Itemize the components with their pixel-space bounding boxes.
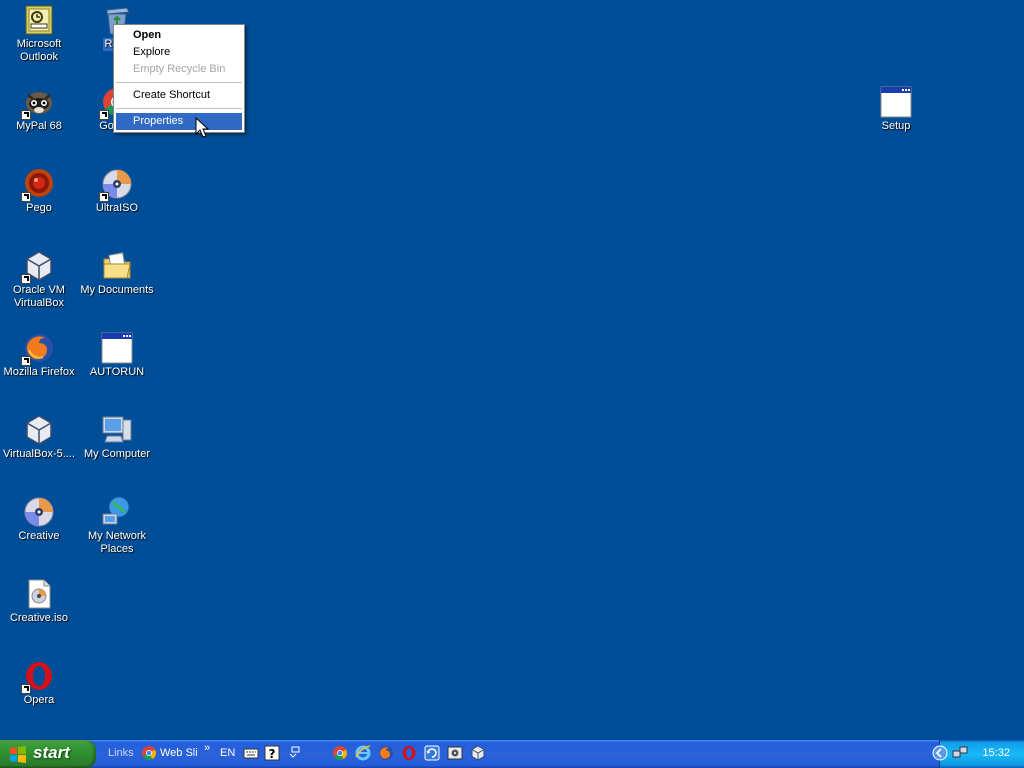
raccoon-icon xyxy=(21,86,55,120)
clock[interactable]: 15:32 xyxy=(982,747,1010,759)
keyboard-icon[interactable] xyxy=(243,745,259,761)
mouse-cursor-icon xyxy=(195,116,210,139)
desktop-icon-mypal-68[interactable]: MyPal 68 xyxy=(0,86,78,133)
folder-documents-icon xyxy=(101,250,133,282)
desktop-icon-label: Setup xyxy=(881,120,911,132)
links-toolbar-label[interactable]: Links xyxy=(108,747,134,759)
desktop-icon-mozilla-firefox[interactable]: Mozilla Firefox xyxy=(0,332,78,379)
desktop-icon-opera[interactable]: Opera xyxy=(0,660,78,707)
desktop-icon-label: Opera xyxy=(23,694,55,706)
desktop-icon-label: Microsoft Outlook xyxy=(16,38,62,63)
desktop-icon-label: Mozilla Firefox xyxy=(3,366,75,378)
shortcut-arrow-icon xyxy=(21,110,31,120)
menu-item-open[interactable]: Open xyxy=(116,27,242,44)
pego-icon xyxy=(21,168,55,202)
desktop-icon-label: Creative xyxy=(18,530,60,542)
disc-icon xyxy=(23,496,55,528)
computer-icon xyxy=(101,414,133,446)
shortcut-arrow-icon xyxy=(99,110,109,120)
desktop-icon-my-network-places[interactable]: My Network Places xyxy=(78,496,156,556)
taskbar: start Links Web Sli » EN ? 15:32 xyxy=(0,740,1024,768)
virtualbox-icon xyxy=(23,414,55,446)
restore-icon[interactable] xyxy=(287,745,303,761)
desktop-icon-microsoft-outlook[interactable]: Microsoft Outlook xyxy=(0,4,78,64)
desktop-icon-virtualbox-5[interactable]: VirtualBox-5.... xyxy=(0,414,78,461)
desktop-icon-label: My Network Places xyxy=(87,530,147,555)
network-icon xyxy=(101,496,133,528)
menu-item-empty-recycle-bin: Empty Recycle Bin xyxy=(133,63,226,75)
desktop-icon-label: Pego xyxy=(26,202,52,214)
desktop-icon-label: MyPal 68 xyxy=(16,120,62,132)
menu-separator xyxy=(116,108,242,109)
desktop-icon-autorun[interactable]: AUTORUN xyxy=(78,332,156,379)
update-icon[interactable] xyxy=(424,745,440,761)
menu-item-explore[interactable]: Explore xyxy=(116,44,242,61)
iso-file-icon xyxy=(23,578,55,610)
menu-item-properties[interactable]: Properties xyxy=(116,113,242,130)
virtualbox-icon[interactable] xyxy=(470,745,486,761)
desktop-icon-label: Creative.iso xyxy=(9,612,69,624)
desktop-icon-my-documents[interactable]: My Documents xyxy=(78,250,156,297)
context-menu: Open Explore Empty Recycle Bin Create Sh… xyxy=(113,24,245,133)
desktop-icon-label: My Computer xyxy=(83,448,151,460)
desktop-icon-my-computer[interactable]: My Computer xyxy=(78,414,156,461)
start-button[interactable]: start xyxy=(0,740,96,768)
windows-logo-icon xyxy=(9,745,27,763)
desktop-icon-pego[interactable]: Pego xyxy=(0,168,78,215)
tray-collapse-icon[interactable] xyxy=(932,745,948,761)
ie-icon[interactable] xyxy=(355,745,371,761)
desktop-icon-label: My Documents xyxy=(80,284,154,296)
shortcut-arrow-icon xyxy=(21,192,31,202)
disc-icon xyxy=(99,168,133,202)
shortcut-arrow-icon xyxy=(21,684,31,694)
media-icon[interactable] xyxy=(447,745,463,761)
outlook-icon xyxy=(23,4,55,36)
firefox-icon[interactable] xyxy=(378,745,394,761)
desktop-icon-creative-iso[interactable]: Creative.iso xyxy=(0,578,78,625)
desktop-icon-ultraiso[interactable]: UltraISO xyxy=(78,168,156,215)
chrome-icon[interactable] xyxy=(332,745,348,761)
chrome-icon xyxy=(141,745,157,761)
desktop-icon-setup[interactable]: Setup xyxy=(857,86,935,133)
start-label: start xyxy=(33,743,70,762)
desktop-icon-creative[interactable]: Creative xyxy=(0,496,78,543)
toolbar-chevron-icon[interactable]: » xyxy=(204,742,210,754)
window-icon xyxy=(880,86,912,118)
system-tray: 15:32 xyxy=(932,740,1024,768)
opera-icon[interactable] xyxy=(401,745,417,761)
menu-item-create-shortcut[interactable]: Create Shortcut xyxy=(116,87,242,104)
desktop-icon-label: UltraISO xyxy=(95,202,139,214)
network-status-icon[interactable] xyxy=(952,745,968,761)
web-slice-link[interactable]: Web Sli xyxy=(160,747,198,759)
svg-text:?: ? xyxy=(269,747,276,761)
desktop-icon-label: Oracle VM VirtualBox xyxy=(13,284,65,309)
opera-icon xyxy=(21,660,55,694)
desktop-icon-oracle-vm-virtualbox[interactable]: Oracle VM VirtualBox xyxy=(0,250,78,310)
shortcut-arrow-icon xyxy=(21,274,31,284)
desktop-icon-label: AUTORUN xyxy=(89,366,145,378)
firefox-icon xyxy=(21,332,55,366)
help-icon[interactable]: ? xyxy=(264,745,280,761)
language-indicator[interactable]: EN xyxy=(220,747,235,759)
desktop[interactable]: Microsoft Outlook MyPal 68 Pego Oracle V… xyxy=(0,0,1024,740)
shortcut-arrow-icon xyxy=(21,356,31,366)
desktop-icon-label: VirtualBox-5.... xyxy=(3,448,75,460)
window-icon xyxy=(101,332,133,364)
menu-separator xyxy=(116,82,242,83)
virtualbox-icon xyxy=(21,250,55,284)
shortcut-arrow-icon xyxy=(99,192,109,202)
